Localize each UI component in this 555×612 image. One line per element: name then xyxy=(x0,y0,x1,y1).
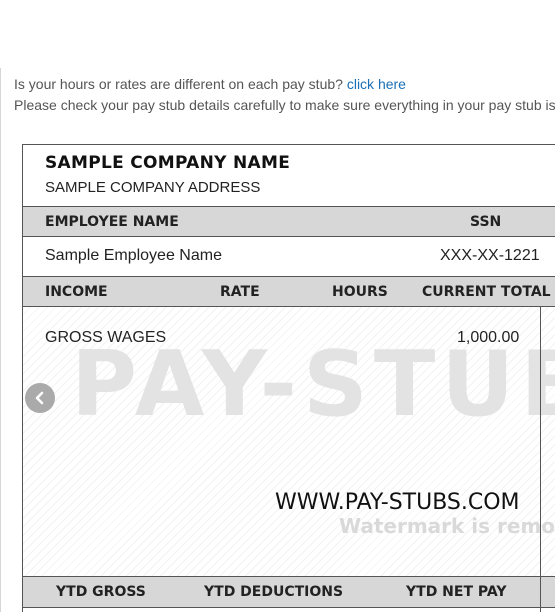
ytd-deductions-heading: YTD DEDUCTIONS xyxy=(204,584,344,600)
column-divider xyxy=(540,307,541,612)
watermark-url: WWW.PAY-STUBS.COM xyxy=(275,490,520,515)
company-header: SAMPLE COMPANY NAME SAMPLE COMPANY ADDRE… xyxy=(23,145,555,207)
rate-heading: RATE xyxy=(220,284,260,300)
company-address: SAMPLE COMPANY ADDRESS xyxy=(45,179,261,196)
employee-header-row: EMPLOYEE NAME SSN xyxy=(23,207,555,237)
hours-heading: HOURS xyxy=(332,284,388,300)
ytd-header-row: YTD GROSS YTD DEDUCTIONS YTD NET PAY xyxy=(23,576,555,608)
employee-row: Sample Employee Name XXX-XX-1221 xyxy=(23,237,555,277)
employee-ssn: XXX-XX-1221 xyxy=(440,247,540,264)
ytd-net-pay-heading: YTD NET PAY xyxy=(406,584,507,600)
pay-stub-preview: SAMPLE COMPANY NAME SAMPLE COMPANY ADDRE… xyxy=(22,144,555,612)
click-here-link[interactable]: click here xyxy=(347,76,406,92)
income-details: PAY-STUB GROSS WAGES 1,000.00 WWW.PAY-ST… xyxy=(23,307,555,576)
current-total-heading: CURRENT TOTAL xyxy=(422,284,551,300)
ssn-heading: SSN xyxy=(470,214,502,230)
check-details-notice: Please check your pay stub details caref… xyxy=(14,97,555,113)
previous-slide-button[interactable] xyxy=(25,383,55,413)
watermark-removal-note: Watermark is removed xyxy=(339,514,555,538)
ytd-gross-heading: YTD GROSS xyxy=(56,584,146,600)
chevron-left-icon xyxy=(35,391,44,405)
content-left-border xyxy=(0,68,1,612)
income-header-row: INCOME RATE HOURS CURRENT TOTAL xyxy=(23,277,555,307)
employee-name-heading: EMPLOYEE NAME xyxy=(45,214,179,230)
hours-rates-notice: Is your hours or rates are different on … xyxy=(14,76,406,92)
notice-question: Is your hours or rates are different on … xyxy=(14,76,343,92)
income-row-amount: 1,000.00 xyxy=(457,329,520,346)
company-name: SAMPLE COMPANY NAME xyxy=(45,153,291,173)
watermark-pay-stub: PAY-STUB xyxy=(71,332,555,437)
income-row-label: GROSS WAGES xyxy=(45,329,167,346)
employee-name: Sample Employee Name xyxy=(45,247,222,264)
income-heading: INCOME xyxy=(45,284,108,300)
